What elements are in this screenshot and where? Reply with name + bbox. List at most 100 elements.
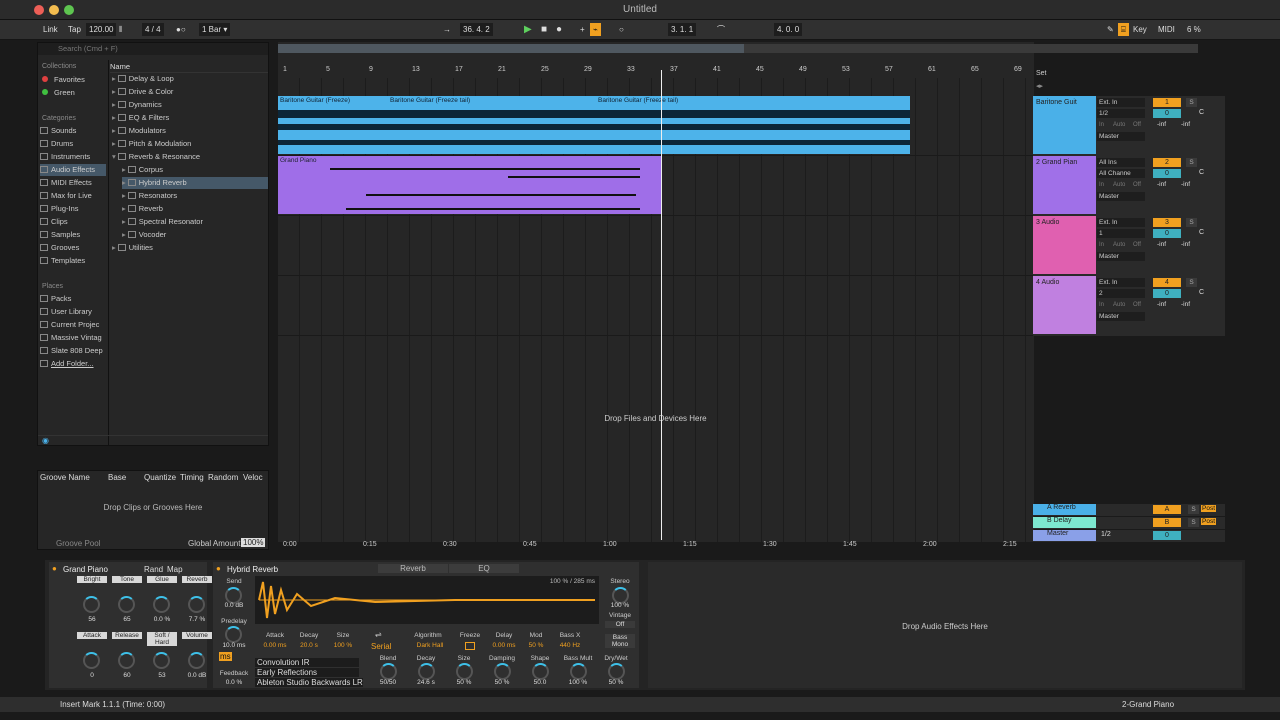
quantize-menu[interactable]: 1 Bar ▾ <box>199 23 231 36</box>
knob-decay[interactable] <box>418 663 435 680</box>
rand-button[interactable]: Rand <box>144 565 163 574</box>
track-header[interactable]: 3 Audio <box>1033 216 1096 274</box>
knob-shape[interactable] <box>532 663 549 680</box>
monitor-off-button[interactable]: Off <box>1133 242 1141 248</box>
browser-item-drive-color[interactable]: ▸ Drive & Color <box>112 86 268 98</box>
loop-length-field[interactable]: 4. 0. 0 <box>774 23 803 36</box>
overview-visible-region[interactable] <box>278 44 744 53</box>
expand-arrow-icon[interactable]: ▸ <box>122 204 126 213</box>
macro-label-glue[interactable]: Glue <box>147 576 177 583</box>
input-type-select[interactable]: All Ins <box>1097 158 1145 167</box>
delay-value[interactable]: 0.00 ms <box>487 642 521 649</box>
overdub-icon[interactable]: + <box>577 23 588 36</box>
knob-dry-wet[interactable] <box>608 663 625 680</box>
output-select[interactable]: Master <box>1097 252 1145 261</box>
expand-arrow-icon[interactable]: ▸ <box>112 87 116 96</box>
track-lane-1[interactable]: Baritone Guitar (Freeze) Baritone Guitar… <box>278 96 1033 156</box>
knob-blend[interactable] <box>380 663 397 680</box>
solo-button[interactable]: S <box>1186 218 1197 227</box>
expand-arrow-icon[interactable]: ▸ <box>122 165 126 174</box>
algorithm-select[interactable]: Dark Hall <box>408 642 452 649</box>
browser-item-spectral-resonator[interactable]: ▸ Spectral Resonator <box>122 216 268 228</box>
tab-eq[interactable]: EQ <box>449 564 519 573</box>
track-number-button[interactable]: 4 <box>1153 278 1181 287</box>
track-header[interactable]: 4 Audio <box>1033 276 1096 334</box>
solo-button[interactable]: S <box>1186 98 1197 107</box>
output-select[interactable]: Master <box>1097 312 1145 321</box>
browser-item-utilities[interactable]: ▸ Utilities <box>112 242 268 254</box>
volume-field[interactable]: 0 <box>1153 109 1181 118</box>
category-plug-ins[interactable]: Plug-Ins <box>40 203 106 215</box>
mixer-nav-icon[interactable]: ◂▸ <box>1036 82 1043 90</box>
ir-type-select[interactable]: Convolution IR <box>255 658 359 667</box>
expand-arrow-icon[interactable]: ▾ <box>112 152 116 161</box>
input-channel-select[interactable]: 1/2 <box>1097 109 1145 118</box>
macro-label-tone[interactable]: Tone <box>112 576 142 583</box>
input-channel-select[interactable]: 1 <box>1097 229 1145 238</box>
groove-header-random[interactable]: Random <box>208 473 238 482</box>
track-number-button[interactable]: 1 <box>1153 98 1181 107</box>
clip-grand-piano[interactable]: Grand Piano <box>278 156 662 214</box>
track-lane-4[interactable] <box>278 276 1033 336</box>
track-number-button[interactable]: 3 <box>1153 218 1181 227</box>
name-column-header[interactable]: Name <box>110 61 268 73</box>
time-signature-field[interactable]: 4 / 4 <box>142 23 164 36</box>
category-midi-effects[interactable]: MIDI Effects <box>40 177 106 189</box>
macro-knob-glue[interactable] <box>153 596 170 613</box>
midi-map-button[interactable]: MIDI <box>1155 23 1178 36</box>
track-header[interactable]: 2 Grand Pian <box>1033 156 1096 214</box>
time-ruler[interactable]: 0:00 0:15 0:30 0:45 1:00 1:15 1:30 1:45 2:00 2:15 <box>278 541 1033 551</box>
macro-knob-attack[interactable] <box>83 652 100 669</box>
expand-arrow-icon[interactable]: ▸ <box>112 126 116 135</box>
expand-arrow-icon[interactable]: ▸ <box>122 217 126 226</box>
monitor-off-button[interactable]: Off <box>1133 302 1141 308</box>
category-max-for-live[interactable]: Max for Live <box>40 190 106 202</box>
input-type-select[interactable]: Ext. In <box>1097 218 1145 227</box>
browser-item-reverb-resonance[interactable]: ▾ Reverb & Resonance <box>112 151 268 163</box>
category-sounds[interactable]: Sounds <box>40 125 106 137</box>
return-solo-button[interactable]: S <box>1188 518 1199 527</box>
monitor-auto-button[interactable]: Auto <box>1113 122 1125 128</box>
ir-category-select[interactable]: Early Reflections <box>255 668 359 677</box>
device-power-icon[interactable]: ● <box>52 564 57 573</box>
monitor-in-button[interactable]: In <box>1099 302 1104 308</box>
tap-tempo-button[interactable]: Tap <box>65 23 84 36</box>
tempo-field[interactable]: 120.00 <box>86 23 117 36</box>
category-templates[interactable]: Templates <box>40 255 106 267</box>
pan-value[interactable]: C <box>1199 229 1204 236</box>
routing-icon[interactable]: ⇌ <box>375 630 382 639</box>
tab-reverb[interactable]: Reverb <box>378 564 448 573</box>
macro-knob-volume[interactable] <box>188 652 205 669</box>
macro-knob-release[interactable] <box>118 652 135 669</box>
browser-item-delay-loop[interactable]: ▸ Delay & Loop <box>112 73 268 85</box>
audio-effects-drop-zone[interactable]: Drop Audio Effects Here <box>648 562 1242 688</box>
category-audio-effects[interactable]: Audio Effects <box>40 164 106 176</box>
category-grooves[interactable]: Grooves <box>40 242 106 254</box>
metronome-toggle-icon[interactable]: ●○ <box>173 23 189 36</box>
macro-label-reverb[interactable]: Reverb <box>182 576 212 583</box>
track-lane-3[interactable] <box>278 216 1033 276</box>
category-clips[interactable]: Clips <box>40 216 106 228</box>
category-instruments[interactable]: Instruments <box>40 151 106 163</box>
browser-item-eq-filters[interactable]: ▸ EQ & Filters <box>112 112 268 124</box>
browser-search[interactable]: Search (Cmd + F) <box>38 43 268 55</box>
groove-header-base[interactable]: Base <box>108 473 126 482</box>
record-icon[interactable]: ● <box>553 23 565 36</box>
clip-baritone-freeze[interactable]: Baritone Guitar (Freeze) Baritone Guitar… <box>278 96 910 154</box>
groove-header-quantize[interactable]: Quantize <box>144 473 176 482</box>
pan-value[interactable]: C <box>1199 289 1204 296</box>
return-letter-button[interactable]: A <box>1153 505 1181 514</box>
output-select[interactable]: Master <box>1097 192 1145 201</box>
draw-mode-icon[interactable]: ✎ <box>1104 23 1117 36</box>
song-position-field[interactable]: 36. 4. 2 <box>460 23 493 36</box>
groove-header-groove-name[interactable]: Groove Name <box>40 473 90 482</box>
solo-button[interactable]: S <box>1186 158 1197 167</box>
follow-icon[interactable]: → <box>440 23 454 36</box>
return-name[interactable]: A Reverb <box>1033 504 1096 515</box>
routing-value[interactable]: Serial <box>371 642 391 651</box>
preview-icon[interactable]: ◉ <box>42 436 49 445</box>
capture-icon[interactable]: ○ <box>616 23 627 36</box>
place-packs[interactable]: Packs <box>40 293 71 305</box>
output-select[interactable]: Master <box>1097 132 1145 141</box>
input-type-select[interactable]: Ext. In <box>1097 278 1145 287</box>
